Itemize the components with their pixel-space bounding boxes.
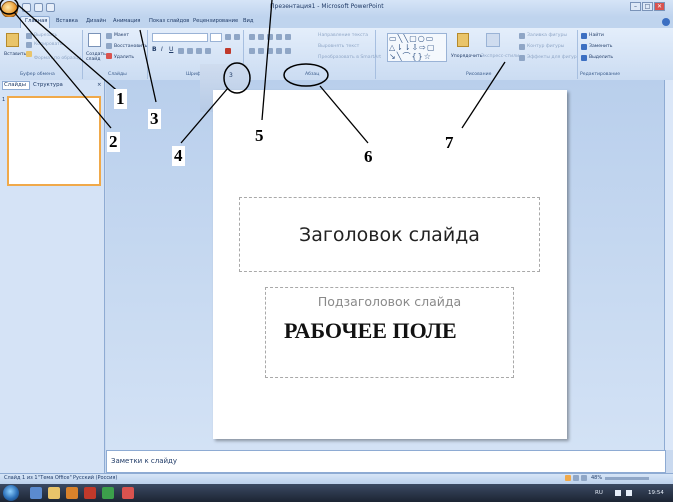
annotation-6: 6 <box>362 147 375 167</box>
annotation-line-2 <box>13 11 112 129</box>
annotation-2: 2 <box>107 132 120 152</box>
annotation-3: 3 <box>148 109 161 129</box>
annotation-line-6 <box>319 85 369 144</box>
annotation-line-5 <box>261 0 273 121</box>
annotation-circle-6 <box>283 63 329 87</box>
annotation-4: 4 <box>172 146 185 166</box>
annotation-1: 1 <box>114 89 127 109</box>
annotation-circle-2 <box>0 0 19 15</box>
annotation-7: 7 <box>443 133 456 153</box>
annotation-line-3 <box>139 29 157 103</box>
annotation-line-7 <box>461 61 506 129</box>
annotation-5: 5 <box>253 126 266 146</box>
annotation-lines <box>0 0 506 144</box>
annotation-line-4 <box>180 87 229 144</box>
annotation-line-1 <box>17 4 122 95</box>
